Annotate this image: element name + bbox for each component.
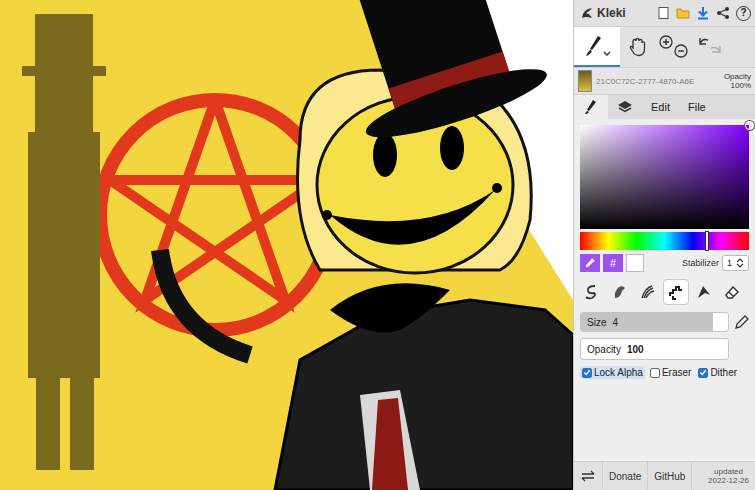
zoom-icon xyxy=(657,34,691,60)
stabilizer-label: Stabilizer xyxy=(682,258,719,268)
saturation-value-square[interactable] xyxy=(580,125,749,229)
tab[interactable] xyxy=(574,95,608,119)
drawing-canvas[interactable] xyxy=(0,0,573,490)
layer-thumbnail xyxy=(578,70,592,92)
option-checkbox[interactable]: Eraser xyxy=(648,366,693,379)
tool-row xyxy=(574,27,755,67)
pixel-brush[interactable] xyxy=(664,280,688,304)
opacity-label: Opacity xyxy=(587,344,621,355)
option-label: Eraser xyxy=(662,367,691,378)
tab[interactable] xyxy=(608,95,642,119)
brush-type-row xyxy=(574,272,755,304)
secondary-color-swatch[interactable] xyxy=(626,254,644,272)
tab[interactable]: Edit xyxy=(642,95,679,119)
character-hat xyxy=(312,0,552,150)
artwork-tail xyxy=(160,250,250,355)
hue-slider[interactable] xyxy=(580,232,749,250)
size-label: Size xyxy=(587,317,606,328)
side-panel: Kleki? 21C0C72C-2777-4870-A6E Opacity100% E… xyxy=(573,0,755,490)
check-icon xyxy=(583,368,591,377)
tab-label: File xyxy=(688,101,706,113)
checkbox[interactable] xyxy=(582,368,592,378)
color-cursor[interactable] xyxy=(745,121,754,130)
layer-row[interactable]: 21C0C72C-2777-4870-A6E Opacity100% xyxy=(574,67,755,95)
hex-button[interactable]: # xyxy=(603,254,623,272)
option-checkbox[interactable]: Dither xyxy=(696,366,739,379)
select-arrows-icon xyxy=(736,257,744,269)
pen-icon xyxy=(583,283,601,301)
open-folder-icon[interactable] xyxy=(676,6,690,20)
color-row: # Stabilizer1 xyxy=(574,250,755,272)
artwork-background xyxy=(0,0,573,490)
top-bar: Kleki? xyxy=(574,0,755,27)
download-icon[interactable] xyxy=(696,6,710,20)
opacity-slider[interactable]: Opacity 100 xyxy=(580,338,729,360)
brush-icon xyxy=(582,33,612,59)
option-label: Dither xyxy=(710,367,737,378)
eraser-icon xyxy=(723,283,741,301)
history-tool[interactable] xyxy=(692,27,728,67)
swap-layout-button[interactable] xyxy=(574,462,603,490)
brush-icon xyxy=(583,99,599,115)
color-picker xyxy=(574,119,755,250)
kleki-app: Kleki? 21C0C72C-2777-4870-A6E Opacity100% E… xyxy=(0,0,755,490)
size-value: 4 xyxy=(612,317,618,328)
kleki-logo-icon xyxy=(580,6,594,20)
undo-redo-icon xyxy=(693,34,727,60)
size-row: Size 4 xyxy=(574,304,755,332)
help-button[interactable]: ? xyxy=(736,6,751,21)
pen-pressure-icon[interactable] xyxy=(735,315,749,329)
sketch-icon xyxy=(639,283,657,301)
checkbox[interactable] xyxy=(650,368,660,378)
check-icon xyxy=(699,368,707,377)
new-file-icon[interactable] xyxy=(657,6,670,20)
hand-icon xyxy=(627,36,649,58)
eyedropper-button[interactable] xyxy=(580,254,600,272)
swap-icon xyxy=(580,470,596,482)
sketch-brush[interactable] xyxy=(636,280,660,304)
logo-text: Kleki xyxy=(597,6,626,20)
blend-brush[interactable] xyxy=(608,280,632,304)
kleki-logo[interactable]: Kleki xyxy=(580,6,626,20)
artwork xyxy=(0,0,573,490)
chemy-brush[interactable] xyxy=(692,280,716,304)
eyedropper-icon xyxy=(584,257,596,269)
tab-label: Edit xyxy=(651,101,670,113)
layers-icon xyxy=(617,99,633,115)
updated-info: updated2022-12-26 xyxy=(702,462,755,490)
footer-link[interactable]: GitHub xyxy=(648,462,692,490)
share-icon[interactable] xyxy=(716,6,730,20)
character-suit xyxy=(275,283,573,490)
footer-link[interactable]: Donate xyxy=(603,462,648,490)
option-label: Lock Alpha xyxy=(594,367,643,378)
eraser-brush[interactable] xyxy=(720,280,744,304)
pixel-icon xyxy=(667,283,685,301)
checkbox[interactable] xyxy=(698,368,708,378)
stabilizer-select[interactable]: 1 xyxy=(722,255,749,271)
footer: DonateGitHub updated2022-12-26 xyxy=(574,461,755,490)
chemy-icon xyxy=(695,283,713,301)
hue-marker[interactable] xyxy=(706,232,708,250)
size-slider[interactable]: Size 4 xyxy=(580,312,729,332)
layer-opacity: Opacity100% xyxy=(724,72,751,90)
layer-name: 21C0C72C-2777-4870-A6E xyxy=(596,77,720,86)
brush-tool[interactable] xyxy=(574,27,620,67)
pen-brush[interactable] xyxy=(580,280,604,304)
blend-icon xyxy=(611,283,629,301)
tab[interactable]: File xyxy=(679,95,715,119)
pixel-figure xyxy=(22,14,106,470)
opacity-value: 100 xyxy=(627,344,644,355)
zoom-tool[interactable] xyxy=(656,27,692,67)
red-emblem xyxy=(100,100,330,330)
tab-bar: Edit File xyxy=(574,95,755,119)
option-checkbox[interactable]: Lock Alpha xyxy=(580,366,645,379)
brush-options: Lock Alpha Eraser Dither xyxy=(574,360,755,379)
hand-tool[interactable] xyxy=(620,27,656,67)
